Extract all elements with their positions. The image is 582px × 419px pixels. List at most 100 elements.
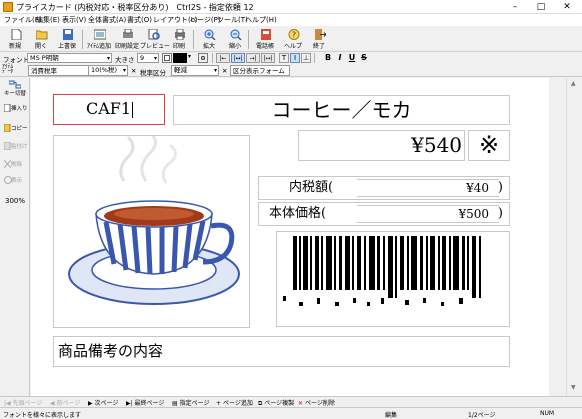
valign-middle-button[interactable]: I	[290, 53, 300, 63]
align-left-button[interactable]: |←	[216, 53, 230, 63]
vertical-scrollbar[interactable]: ▲ ▼	[566, 78, 582, 396]
preview-icon	[148, 29, 160, 40]
align-justify-button[interactable]: |↦|	[261, 53, 275, 63]
base-price-row[interactable]: 本体価格( ¥500 )	[258, 202, 510, 226]
tax-rate-field[interactable]: 消費税率	[28, 65, 94, 76]
base-price-label: 本体価格(	[269, 206, 327, 221]
menu-view[interactable]: 表示(V)	[62, 15, 86, 25]
sidebar-item-key-switch-label: キー切替	[3, 91, 26, 97]
tax-rate-label: 消費税率	[31, 67, 57, 75]
key-switch-icon	[9, 80, 21, 89]
sidebar-item-display-label: 表示	[11, 178, 23, 184]
zoom-out-button[interactable]: 縮小	[222, 28, 248, 51]
tax-rate-value: 10(%税)	[91, 66, 118, 74]
align-center-button[interactable]: |↔|	[231, 53, 245, 63]
item-data-toggle-button[interactable]: ｱｲﾃﾑ ﾃﾞｰﾀ	[2, 64, 28, 76]
sidebar-item-insert[interactable]: 挿入り	[1, 102, 29, 124]
help-button[interactable]: ? ヘルプ	[280, 28, 306, 51]
remarks-field[interactable]: 商品備考の内容	[53, 336, 510, 367]
delete-page-label: ページ削除	[304, 400, 335, 407]
menu-bar: ファイル(F) 編集(E) 表示(V) 全体書式(A) 書式(O) レイアウト(…	[0, 14, 582, 26]
menu-edit[interactable]: 編集(E)	[36, 15, 60, 25]
price-field[interactable]: ¥540	[298, 130, 465, 161]
product-image[interactable]	[53, 135, 250, 328]
specify-page-button[interactable]: ▤ 指定ページ	[172, 398, 209, 407]
print-label: 印刷	[172, 43, 185, 50]
tax-included-row[interactable]: 内税額( ¥40 )	[258, 176, 510, 200]
barcode-field[interactable]	[276, 231, 510, 327]
exit-label: 終了	[312, 43, 325, 50]
text-color-button[interactable]	[162, 53, 172, 63]
copy-icon	[4, 124, 11, 132]
zoom-level: 300%	[4, 197, 25, 205]
add-item-icon	[94, 29, 106, 40]
chevron-down-icon[interactable]: ▾	[188, 53, 194, 63]
phonebook-button[interactable]: 電話帳	[252, 28, 278, 51]
base-price-close-paren: )	[497, 206, 503, 221]
print-button[interactable]: 印刷	[166, 28, 192, 51]
font-name-select[interactable]: MS P明朝 ▾	[27, 53, 112, 63]
underline-button[interactable]: U	[347, 53, 357, 63]
save-button-label: 上書保	[57, 43, 76, 50]
minimize-button[interactable]: –	[502, 0, 528, 14]
exit-button[interactable]: 終了	[306, 28, 332, 51]
sidebar-item-delete-label: 削除	[11, 162, 23, 168]
menu-tools[interactable]: ツール(T)	[217, 15, 248, 25]
save-icon	[63, 29, 73, 40]
sidebar-item-key-switch[interactable]: キー切替	[1, 80, 29, 102]
new-button[interactable]: 新規	[2, 28, 28, 51]
preview-button[interactable]: プレビュー	[140, 28, 170, 51]
copy-page-label: ページ複製	[264, 400, 295, 407]
base-price-value: ¥500	[458, 207, 489, 221]
close-button[interactable]: ✕	[554, 0, 580, 14]
coffee-cup-illustration	[68, 136, 240, 305]
window-title: プライスカード (内税対応・税率区分あり) Ctrl2S - 指定依頼 12	[16, 3, 254, 12]
scroll-down-icon[interactable]: ▼	[571, 384, 576, 391]
valign-bottom-button[interactable]: ⊥	[301, 53, 311, 63]
times-icon: ✕	[131, 67, 137, 75]
print-setup-button[interactable]: 印刷設定	[114, 28, 140, 51]
add-page-button[interactable]: + ページ追加	[216, 398, 253, 407]
align-right-button[interactable]: →|	[246, 53, 260, 63]
product-name-field[interactable]: コーヒー／モカ	[173, 95, 510, 125]
sidebar-item-display[interactable]: 表示	[1, 176, 29, 198]
product-code-field[interactable]: CAF1	[53, 94, 165, 125]
menu-global-format[interactable]: 全体書式(A)	[88, 15, 126, 25]
specify-page-label: 指定ページ	[179, 400, 210, 407]
menu-page[interactable]: ページ(P)	[190, 15, 221, 25]
prev-page-button[interactable]: ◀ 前ページ	[50, 398, 80, 407]
open-button-label: 開く	[34, 43, 47, 50]
valign-top-button[interactable]: T	[279, 53, 289, 63]
mark-field[interactable]: ※	[468, 130, 510, 161]
toolbar-separator	[212, 53, 213, 63]
next-page-button[interactable]: ▶ 次ページ	[88, 398, 118, 407]
last-page-button[interactable]: ▶| 最終ページ	[126, 398, 164, 407]
font-size-select[interactable]: 9 ▾	[137, 53, 159, 63]
tax-rate-input[interactable]: 10(%税) ▾	[88, 65, 128, 76]
strikethrough-button[interactable]: S	[359, 53, 369, 63]
price-text: ¥540	[411, 133, 462, 157]
scroll-up-icon[interactable]: ▲	[571, 80, 576, 87]
tax-class-select[interactable]: 軽減 ▾	[171, 65, 219, 76]
fill-color-swatch[interactable]	[173, 53, 187, 63]
italic-button[interactable]: I	[335, 53, 345, 63]
prev-page-label: 前ページ	[56, 400, 81, 407]
main-toolbar: 新規 開く 上書保 ｱｲﾃﾑ追加 印刷設定 プレビュー 印刷 拡大 縮小 電話帳…	[0, 27, 582, 52]
menu-help[interactable]: ヘルプ(H)	[245, 15, 277, 25]
add-item-button[interactable]: ｱｲﾃﾑ追加	[86, 28, 112, 51]
new-button-label: 新規	[8, 43, 21, 50]
border-color-button[interactable]	[198, 53, 208, 63]
menu-format[interactable]: 書式(O)	[127, 15, 152, 25]
zoom-in-button[interactable]: 拡大	[196, 28, 222, 51]
first-page-button[interactable]: |◀ 先頭ページ	[4, 398, 42, 407]
left-sidebar: キー切替 挿入り コピー 貼付け 削除 表示 300%	[0, 78, 30, 396]
bold-button[interactable]: B	[323, 53, 333, 63]
class-display-form-field[interactable]: 区分表示フォーム	[230, 65, 290, 76]
open-button[interactable]: 開く	[28, 28, 54, 51]
maximize-button[interactable]: □	[528, 0, 554, 14]
chevron-down-icon: ▾	[213, 67, 217, 74]
delete-page-button[interactable]: ✕ ページ削除	[298, 398, 335, 407]
last-page-label: 最終ページ	[134, 400, 165, 407]
save-button[interactable]: 上書保	[54, 28, 80, 51]
format-toolbar: フォント名 MS P明朝 ▾ 大きさ 9 ▾ ▾ |← |↔| →| |↦| T I…	[0, 52, 582, 64]
